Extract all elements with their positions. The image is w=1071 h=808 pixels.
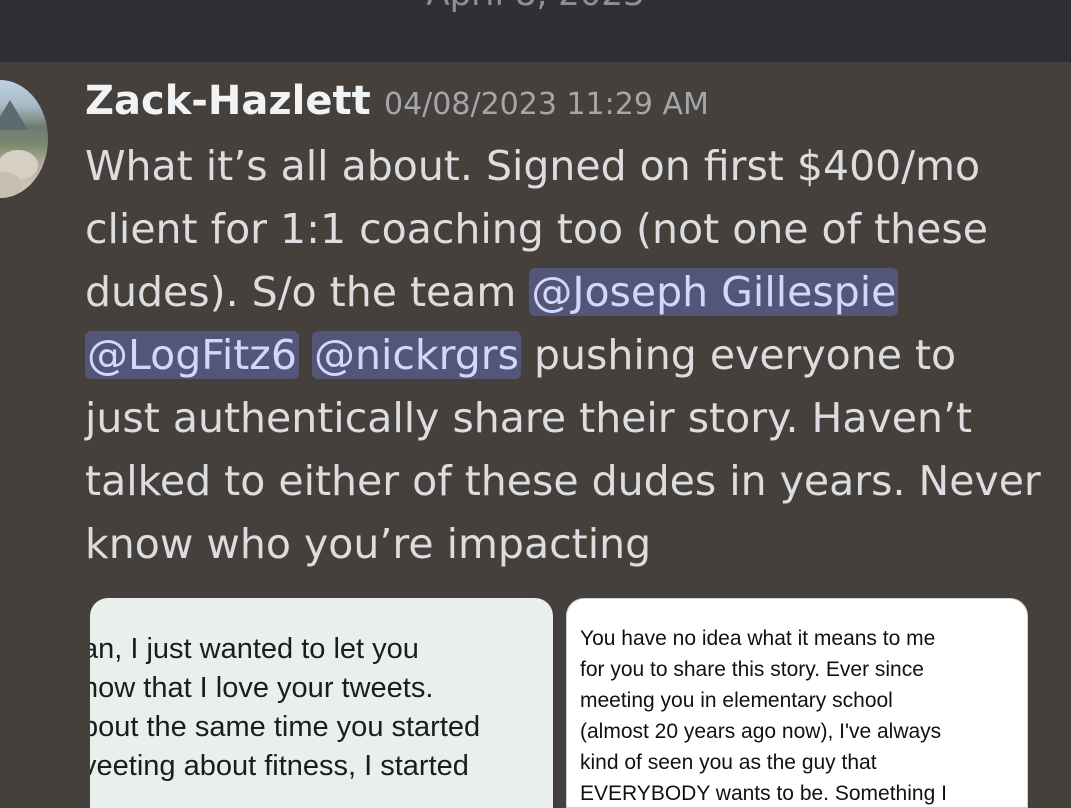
attachment-line: bout the same time you started	[90, 711, 481, 743]
message-line: @LogFitz6 @nickrgrs pushing everyone to	[85, 324, 1045, 387]
attachment-line: You have no idea what it means to me	[580, 627, 936, 650]
message-text: dudes). S/o the team	[85, 268, 530, 316]
message-author[interactable]: Zack-Hazlett	[85, 78, 371, 124]
attachment-text: You have no idea what it means to me for…	[580, 623, 947, 807]
attachment-line: EVERYBODY wants to be. Something I	[580, 782, 947, 805]
attachment-line: for you to share this story. Ever since	[580, 658, 924, 681]
message-text: know who you’re impacting	[85, 520, 652, 568]
attachment-image-right[interactable]: You have no idea what it means to me for…	[566, 598, 1028, 808]
date-divider: April 8, 2023	[0, 0, 1071, 62]
message-line: client for 1:1 coaching too (not one of …	[85, 198, 1045, 261]
message-line: What it’s all about. Signed on first $40…	[85, 135, 1045, 198]
message-timestamp: 04/08/2023 11:29 AM	[384, 87, 709, 122]
message-line: talked to either of these dudes in years…	[85, 450, 1045, 513]
attachment-line: meeting you in elementary school	[580, 689, 893, 712]
message-text: pushing everyone to	[521, 331, 957, 379]
attachment-line: (almost 20 years ago now), I've always	[580, 720, 942, 743]
message-line: just authentically share their story. Ha…	[85, 387, 1045, 450]
message-line: dudes). S/o the team @Joseph Gillespie	[85, 261, 1045, 324]
mountain-icon	[0, 100, 28, 130]
attachment-image-left[interactable]: an, I just wanted to let you now that I …	[90, 598, 553, 808]
message-line: know who you’re impacting	[85, 513, 1045, 576]
mention-nickrgrs[interactable]: @nickrgrs	[311, 331, 521, 379]
message-body: What it’s all about. Signed on first $40…	[85, 135, 1045, 576]
attachment-line: now that I love your tweets.	[90, 672, 434, 704]
attachment-line: veeting about fitness, I started	[90, 750, 469, 782]
message-text: talked to either of these dudes in years…	[85, 457, 1041, 505]
attachment-line: kind of seen you as the guy that	[580, 751, 877, 774]
message-text: What it’s all about. Signed on first $40…	[85, 142, 981, 190]
attachment-line: an, I just wanted to let you	[90, 633, 419, 665]
mention-logfitz6[interactable]: @LogFitz6	[85, 331, 299, 379]
message-text: just authentically share their story. Ha…	[85, 394, 973, 442]
user-avatar[interactable]	[0, 80, 48, 198]
mention-joseph-gillespie[interactable]: @Joseph Gillespie	[529, 268, 899, 316]
message-text: client for 1:1 coaching too (not one of …	[85, 205, 988, 253]
date-divider-text: April 8, 2023	[0, 0, 1071, 14]
attachment-text: an, I just wanted to let you now that I …	[90, 630, 480, 786]
